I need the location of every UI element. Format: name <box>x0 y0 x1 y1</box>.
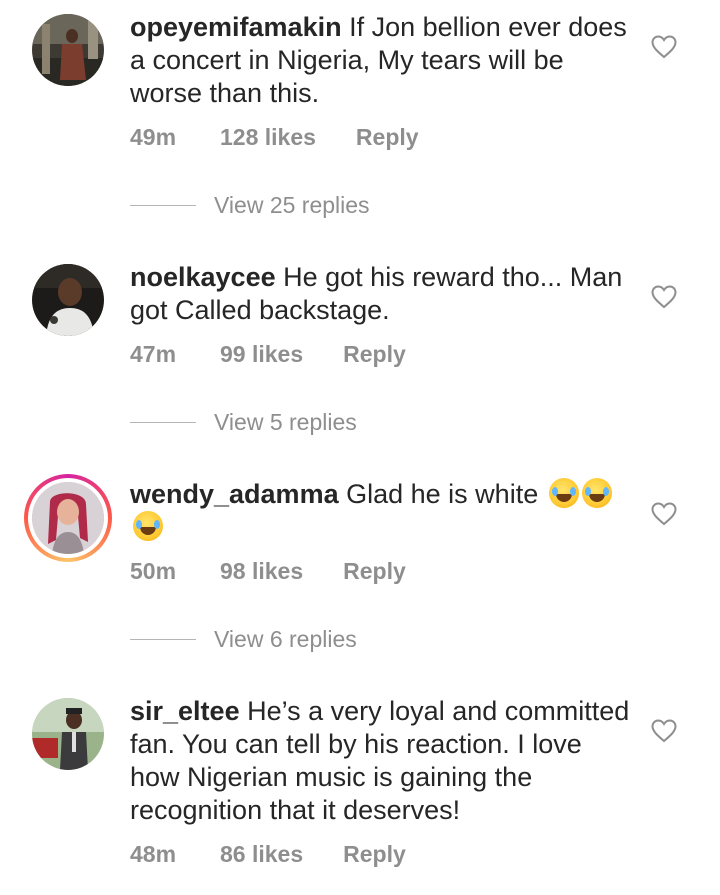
avatar[interactable] <box>32 482 104 554</box>
avatar[interactable] <box>32 14 104 86</box>
view-replies-label: View 6 replies <box>214 625 357 652</box>
comment-meta: 47m 99 likes Reply <box>130 341 406 368</box>
comment-time: 49m <box>130 124 177 150</box>
comment-time: 50m <box>130 558 177 584</box>
view-replies-button[interactable]: View 5 replies <box>130 407 357 437</box>
view-replies-button[interactable]: View 6 replies <box>130 624 357 654</box>
heart-outline-icon[interactable] <box>651 719 677 743</box>
tears-of-joy-icon <box>548 478 579 508</box>
avatar[interactable] <box>32 264 104 336</box>
comment-meta: 50m 98 likes Reply <box>130 558 406 585</box>
divider-line <box>130 204 196 206</box>
comment-likes[interactable]: 98 likes <box>220 558 303 585</box>
reply-button[interactable]: Reply <box>343 558 406 585</box>
divider-line <box>130 638 196 640</box>
comment-text: sir_eltee He’s a very loyal and committe… <box>130 695 635 827</box>
comment-meta: 48m 86 likes Reply <box>130 841 406 868</box>
comment-likes[interactable]: 99 likes <box>220 341 303 368</box>
comment-likes[interactable]: 86 likes <box>220 841 303 868</box>
comment-username[interactable]: sir_eltee <box>130 696 240 726</box>
comment-likes[interactable]: 128 likes <box>220 124 316 151</box>
view-replies-label: View 25 replies <box>214 191 370 218</box>
heart-outline-icon[interactable] <box>651 285 677 309</box>
view-replies-label: View 5 replies <box>214 408 357 435</box>
heart-outline-icon[interactable] <box>651 35 677 59</box>
comment-body: Glad he is white <box>346 479 539 509</box>
reply-button[interactable]: Reply <box>343 841 406 868</box>
tears-of-joy-icon <box>581 478 612 508</box>
comment-meta: 49m 128 likes Reply <box>130 124 419 151</box>
view-replies-button[interactable]: View 25 replies <box>130 190 370 220</box>
tears-of-joy-icon <box>133 511 163 541</box>
comment-time: 48m <box>130 841 177 867</box>
reply-button[interactable]: Reply <box>343 341 406 368</box>
comment-text: wendy_adamma Glad he is white <box>130 478 635 544</box>
comment-username[interactable]: wendy_adamma <box>130 479 339 509</box>
comment-text: noelkaycee He got his reward tho... Man … <box>130 261 635 327</box>
reply-button[interactable]: Reply <box>356 124 419 151</box>
avatar[interactable] <box>32 698 104 770</box>
comment-time: 47m <box>130 341 177 367</box>
heart-outline-icon[interactable] <box>651 502 677 526</box>
comment-username[interactable]: opeyemifamakin <box>130 12 342 42</box>
comment-text: opeyemifamakin If Jon bellion ever does … <box>130 11 635 110</box>
comment-username[interactable]: noelkaycee <box>130 262 276 292</box>
story-ring[interactable] <box>24 474 112 562</box>
divider-line <box>130 421 196 423</box>
